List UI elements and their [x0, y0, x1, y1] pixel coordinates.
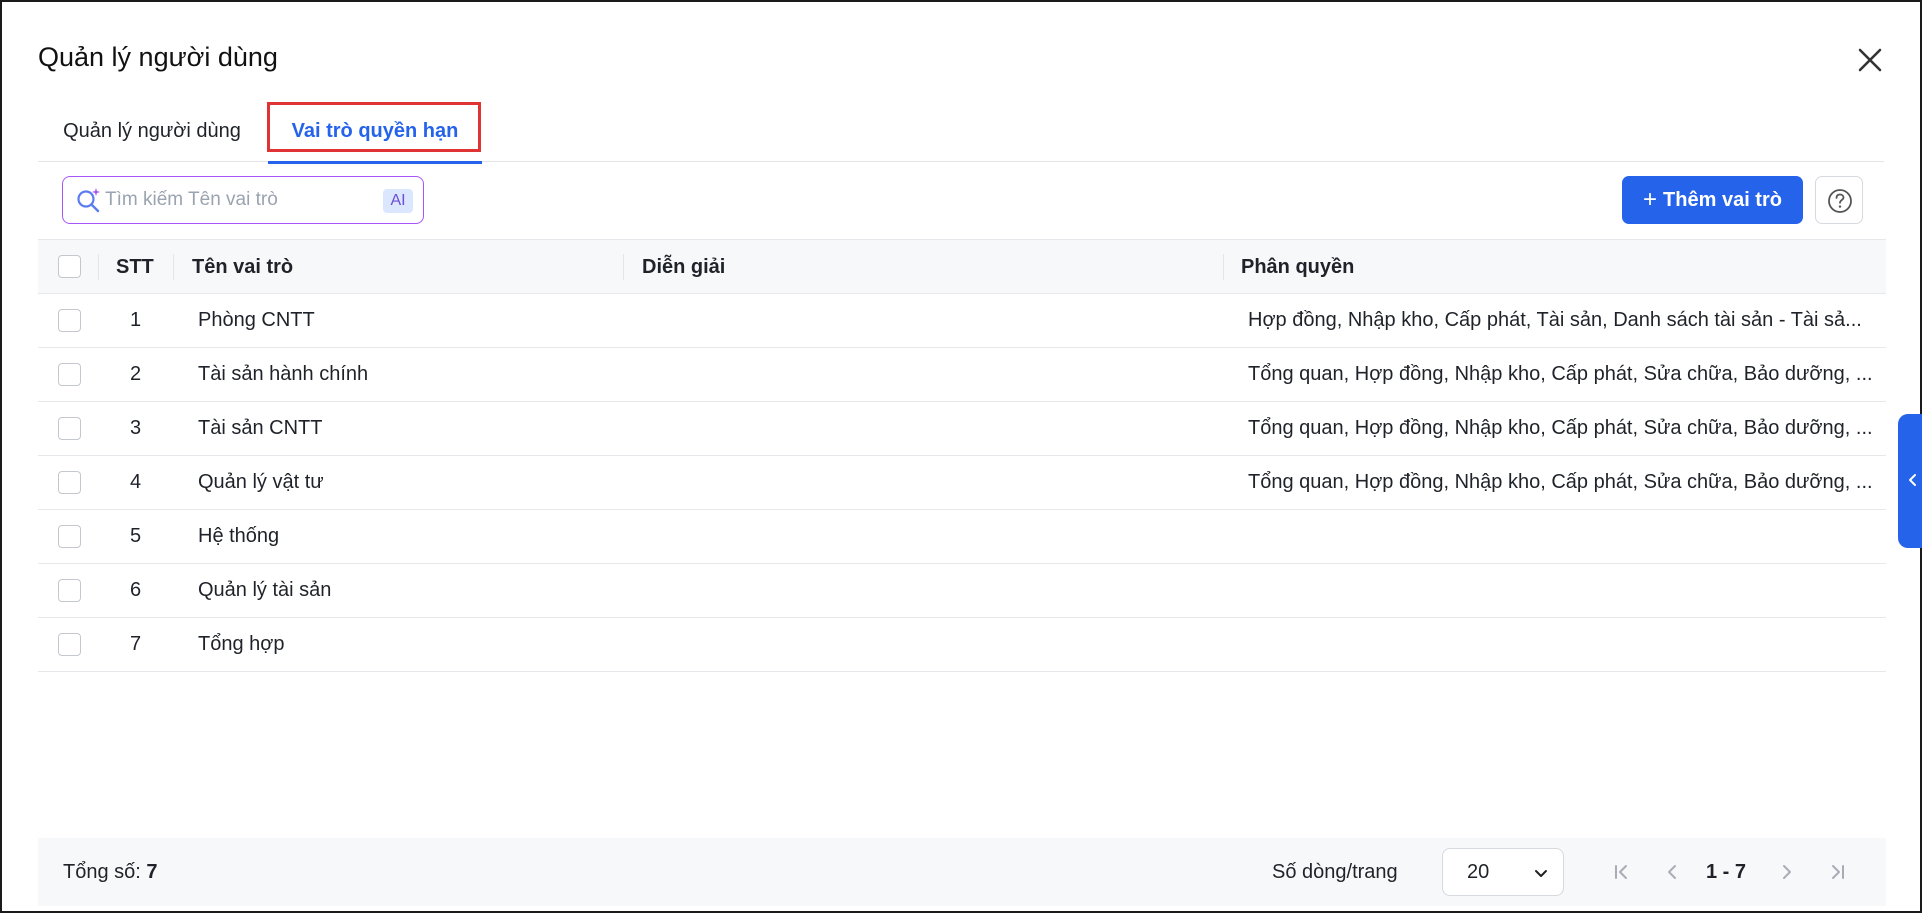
last-page-icon: [1832, 865, 1844, 879]
roles-table: STT Tên vai trò Diễn giải Phân quyền 1 P…: [38, 239, 1886, 672]
header-role-name[interactable]: Tên vai trò: [192, 240, 293, 294]
page-range: 1 - 7: [1706, 861, 1747, 883]
help-button[interactable]: [1815, 176, 1863, 224]
cell-permissions: [1248, 510, 1878, 563]
cell-description: [642, 564, 1202, 617]
rows-per-page-select[interactable]: 20: [1442, 848, 1564, 896]
table-header: STT Tên vai trò Diễn giải Phân quyền: [38, 239, 1886, 294]
last-page-button[interactable]: [1826, 860, 1850, 884]
cell-permissions: Tổng quan, Hợp đồng, Nhập kho, Cấp phát,…: [1248, 471, 1873, 493]
cell-stt: 4: [130, 471, 142, 493]
select-all-checkbox[interactable]: [58, 255, 81, 278]
column-divider: [623, 254, 624, 280]
cell-permissions: [1248, 618, 1878, 671]
cell-stt: 3: [130, 417, 142, 439]
cell-role-name: Tài sản CNTT: [198, 417, 323, 439]
first-page-button[interactable]: [1609, 860, 1633, 884]
cell-description: [642, 402, 1202, 455]
active-tab-indicator: [268, 161, 482, 164]
cell-stt: 5: [130, 525, 142, 547]
add-role-button[interactable]: + Thêm vai trò: [1622, 176, 1803, 224]
row-checkbox[interactable]: [58, 417, 81, 440]
table-row[interactable]: 3 Tài sản CNTT Tổng quan, Hợp đồng, Nhập…: [38, 402, 1886, 456]
ai-search-icon: [77, 188, 100, 213]
cell-role-name: Phòng CNTT: [198, 309, 315, 331]
plus-icon: +: [1643, 186, 1658, 213]
rows-per-page-label: Số dòng/trang: [1272, 861, 1398, 883]
column-divider: [1223, 254, 1224, 280]
cell-stt: 2: [130, 363, 142, 385]
header-stt[interactable]: STT: [116, 240, 154, 294]
rows-per-page-value: 20: [1467, 861, 1490, 883]
row-checkbox[interactable]: [58, 579, 81, 602]
chevron-down-icon: [1535, 870, 1547, 877]
help-icon: [1828, 189, 1852, 213]
side-panel-toggle[interactable]: [1898, 414, 1922, 548]
total-value: 7: [146, 861, 158, 883]
tab-bar: Quản lý người dùng Vai trò quyền hạn: [38, 102, 1884, 164]
chevron-left-icon: [1909, 474, 1916, 486]
table-row[interactable]: 2 Tài sản hành chính Tổng quan, Hợp đồng…: [38, 348, 1886, 402]
tab-roles-permissions[interactable]: Vai trò quyền hạn: [267, 102, 482, 164]
prev-page-button[interactable]: [1660, 860, 1684, 884]
row-checkbox[interactable]: [58, 471, 81, 494]
column-divider: [173, 254, 174, 280]
cell-permissions: Hợp đồng, Nhập kho, Cấp phát, Tài sản, D…: [1248, 309, 1862, 331]
next-page-button[interactable]: [1775, 860, 1799, 884]
first-page-icon: [1615, 865, 1627, 879]
cell-role-name: Tổng hợp: [198, 633, 285, 655]
cell-stt: 7: [130, 633, 142, 655]
chevron-left-icon: [1668, 865, 1676, 879]
header-permissions[interactable]: Phân quyền: [1241, 240, 1354, 294]
cell-description: [642, 618, 1202, 671]
cell-permissions: Tổng quan, Hợp đồng, Nhập kho, Cấp phát,…: [1248, 417, 1873, 439]
search-input[interactable]: [105, 185, 365, 215]
cell-description: [642, 510, 1202, 563]
row-checkbox[interactable]: [58, 363, 81, 386]
add-role-label: Thêm vai trò: [1663, 189, 1782, 211]
tab-label: Quản lý người dùng: [63, 120, 241, 142]
cell-permissions: [1248, 564, 1878, 617]
cell-role-name: Quản lý tài sản: [198, 579, 332, 601]
total-count: Tổng số: 7: [63, 838, 158, 906]
table-row[interactable]: 6 Quản lý tài sản: [38, 564, 1886, 618]
cell-role-name: Hệ thống: [198, 525, 280, 547]
table-row[interactable]: 5 Hệ thống: [38, 510, 1886, 564]
dialog: Quản lý người dùng Quản lý người dùng Va…: [0, 0, 1922, 913]
cell-description: [642, 348, 1202, 401]
cell-description: [642, 294, 1202, 347]
ai-badge[interactable]: AI: [383, 189, 413, 213]
total-label: Tổng số:: [63, 861, 141, 883]
table-row[interactable]: 1 Phòng CNTT Hợp đồng, Nhập kho, Cấp phá…: [38, 294, 1886, 348]
pagination-bar: Tổng số: 7 Số dòng/trang 20 1 - 7: [38, 838, 1886, 906]
cell-stt: 6: [130, 579, 142, 601]
header-description[interactable]: Diễn giải: [642, 240, 725, 294]
row-checkbox[interactable]: [58, 633, 81, 656]
cell-permissions: Tổng quan, Hợp đồng, Nhập kho, Cấp phát,…: [1248, 363, 1873, 385]
cell-role-name: Tài sản hành chính: [198, 363, 369, 385]
close-icon: [1858, 48, 1882, 72]
table-row[interactable]: 7 Tổng hợp: [38, 618, 1886, 672]
dialog-title: Quản lý người dùng: [38, 42, 278, 72]
cell-role-name: Quản lý vật tư: [198, 471, 324, 493]
chevron-right-icon: [1783, 865, 1791, 879]
cell-description: [642, 456, 1202, 509]
column-divider: [98, 254, 99, 280]
row-checkbox[interactable]: [58, 525, 81, 548]
table-row[interactable]: 4 Quản lý vật tư Tổng quan, Hợp đồng, Nh…: [38, 456, 1886, 510]
tab-user-management[interactable]: Quản lý người dùng: [62, 102, 242, 162]
close-button[interactable]: [1854, 44, 1886, 76]
cell-stt: 1: [130, 309, 142, 331]
highlight-box: [267, 102, 481, 152]
row-checkbox[interactable]: [58, 309, 81, 332]
search-box: AI: [62, 176, 424, 224]
